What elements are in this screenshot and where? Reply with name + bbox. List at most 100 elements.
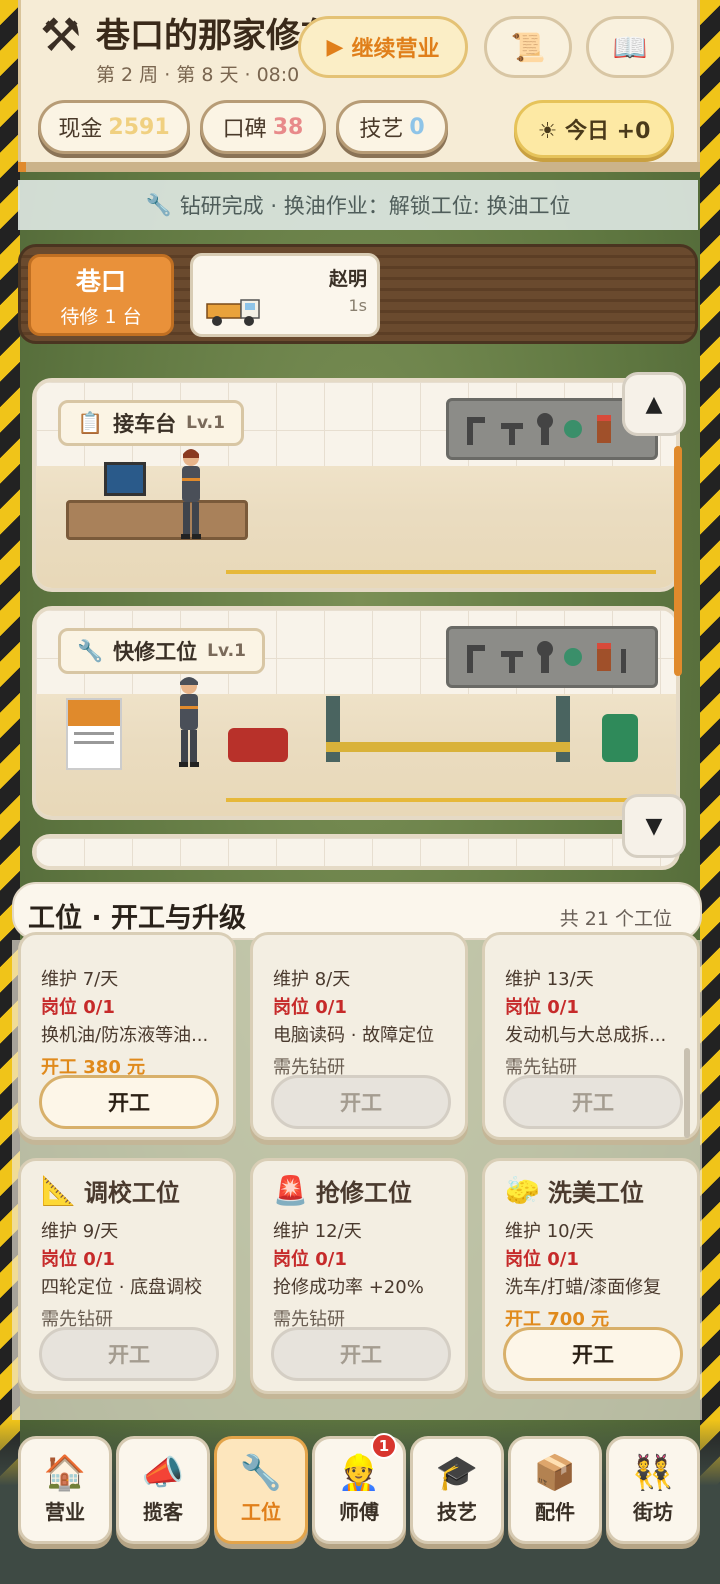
nav-label: 师傅 bbox=[339, 1499, 379, 1524]
card-maintenance: 维护 9/天 bbox=[41, 1221, 119, 1242]
open-label: 开工 bbox=[340, 1091, 382, 1115]
wrench-icon: 🔧 bbox=[239, 1452, 283, 1493]
tools-icon: ⚒ bbox=[40, 8, 82, 62]
card-maintenance: 维护 7/天 bbox=[41, 969, 119, 990]
card-staff-slots: 岗位 0/1 bbox=[505, 1249, 579, 1270]
card-title: 📐 调校工位 bbox=[41, 1173, 180, 1208]
station-label: 📋 接车台 Lv.1 bbox=[58, 400, 244, 446]
open-station-button[interactable]: 开工 bbox=[503, 1327, 683, 1381]
section-title: 工位 · 开工与升级 bbox=[28, 903, 247, 934]
play-icon: ▶ bbox=[326, 34, 344, 60]
card-staff-slots: 岗位 0/1 bbox=[273, 997, 347, 1018]
reputation-stat: 口碑 38 bbox=[200, 100, 326, 154]
today-income-label: ☀ 今日 +0 bbox=[537, 119, 651, 144]
skill-value: 0 bbox=[409, 114, 425, 140]
customer-wait-time: 1s bbox=[348, 296, 367, 315]
triangle-down-icon: ▼ bbox=[645, 813, 663, 839]
station-card-oil-change: 维护 7/天 岗位 0/1 换机油/防冻液等油... 开工 380 元 开工 bbox=[18, 932, 236, 1140]
car-lift bbox=[556, 696, 570, 762]
nav-mechanics[interactable]: 👷 师傅 1 bbox=[312, 1433, 406, 1544]
station-count: 共 21 个工位 bbox=[559, 908, 672, 930]
station-card-car-wash: 🧽 洗美工位 维护 10/天 岗位 0/1 洗车/打蜡/漆面修复 开工 700 元… bbox=[482, 1158, 700, 1394]
tools-rack-icon bbox=[467, 641, 626, 673]
today-income-button[interactable]: ☀ 今日 +0 bbox=[514, 100, 674, 158]
nav-neighborhood[interactable]: 👯 街坊 bbox=[606, 1436, 700, 1544]
cards-scrollbar[interactable] bbox=[684, 1048, 690, 1138]
book-button[interactable]: 📖 bbox=[586, 16, 674, 78]
toolbox bbox=[228, 728, 288, 762]
reputation-value: 38 bbox=[272, 114, 304, 140]
nav-label: 街坊 bbox=[633, 1499, 673, 1524]
oil-drum bbox=[602, 714, 638, 762]
nav-label: 技艺 bbox=[437, 1499, 477, 1524]
research-notice: 🔧 钻研完成 · 换油作业：解锁工位: 换油工位 bbox=[18, 180, 698, 230]
clipboard-icon: 📋 bbox=[77, 410, 104, 435]
scroll-up-button[interactable]: ▲ bbox=[622, 372, 686, 436]
sponge-icon: 🧽 bbox=[505, 1174, 540, 1207]
notification-badge: 1 bbox=[371, 1433, 397, 1459]
nav-skills[interactable]: 🎓 技艺 bbox=[410, 1436, 504, 1544]
station-label: 🔧 快修工位 Lv.1 bbox=[58, 628, 265, 674]
card-description: 四轮定位 · 底盘调校 bbox=[41, 1277, 203, 1298]
customer-name: 赵明 bbox=[328, 268, 367, 290]
computer-monitor bbox=[104, 462, 146, 496]
open-label: 开工 bbox=[108, 1343, 150, 1367]
card-description: 电脑读码 · 故障定位 bbox=[273, 1025, 435, 1046]
book-icon: 📖 bbox=[612, 30, 648, 64]
card-staff-slots: 岗位 0/1 bbox=[41, 1249, 115, 1270]
work-order-sheet bbox=[66, 698, 122, 770]
open-station-button[interactable]: 开工 bbox=[271, 1327, 451, 1381]
siren-icon: 🚨 bbox=[273, 1174, 308, 1207]
open-label: 开工 bbox=[340, 1343, 382, 1367]
skill-stat: 技艺 0 bbox=[336, 100, 448, 154]
reputation-label: 口碑 bbox=[222, 117, 267, 142]
alley-pending-count: 待修 1 台 bbox=[60, 305, 142, 328]
open-label: 开工 bbox=[572, 1091, 614, 1115]
stations-scrollbar[interactable] bbox=[674, 446, 682, 676]
open-station-button[interactable]: 开工 bbox=[39, 1075, 219, 1129]
card-maintenance: 维护 13/天 bbox=[505, 969, 594, 990]
nav-attract-customers[interactable]: 📣 揽客 bbox=[116, 1436, 210, 1544]
card-description: 换机油/防冻液等油... bbox=[41, 1025, 209, 1046]
nav-stations[interactable]: 🔧 工位 bbox=[214, 1436, 308, 1544]
card-title: 🚨 抢修工位 bbox=[273, 1173, 412, 1208]
continue-button[interactable]: ▶ 继续营业 bbox=[298, 16, 468, 78]
ruler-icon: 📐 bbox=[41, 1174, 76, 1207]
card-description: 发动机与大总成拆... bbox=[505, 1025, 667, 1046]
open-label: 开工 bbox=[108, 1091, 150, 1115]
alley-tag[interactable]: 巷口 待修 1 台 bbox=[28, 254, 174, 336]
station-reception[interactable]: 📋 接车台 Lv.1 bbox=[32, 378, 680, 592]
scroll-button[interactable]: 📜 bbox=[484, 16, 572, 78]
car-lift bbox=[326, 696, 340, 762]
cash-value: 2591 bbox=[108, 114, 170, 140]
card-name: 调校工位 bbox=[83, 1179, 180, 1207]
nav-label: 配件 bbox=[535, 1499, 575, 1524]
station-card-diagnostics: 维护 8/天 岗位 0/1 电脑读码 · 故障定位 需先钻研 开工 bbox=[250, 932, 468, 1140]
worker-icon: 👷 bbox=[337, 1452, 381, 1493]
open-station-button[interactable]: 开工 bbox=[503, 1075, 683, 1129]
station-quick-repair[interactable]: 🔧 快修工位 Lv.1 bbox=[32, 606, 680, 820]
megaphone-icon: 📣 bbox=[141, 1452, 185, 1493]
game-date: 第 2 周 · 第 8 天 · 08:0 bbox=[96, 64, 300, 86]
station-next-peek bbox=[32, 834, 680, 870]
card-description: 抢修成功率 +20% bbox=[273, 1277, 424, 1298]
mechanic-figure bbox=[179, 677, 199, 767]
scroll-down-button[interactable]: ▼ bbox=[622, 794, 686, 858]
cash-label: 现金 bbox=[58, 117, 103, 142]
open-station-button[interactable]: 开工 bbox=[271, 1075, 451, 1129]
reception-desk bbox=[66, 500, 248, 540]
cash-stat: 现金 2591 bbox=[38, 100, 190, 154]
open-label: 开工 bbox=[572, 1343, 614, 1367]
nav-parts[interactable]: 📦 配件 bbox=[508, 1436, 602, 1544]
alley-title: 巷口 bbox=[75, 266, 126, 296]
customer-car-card[interactable]: 赵明 1s bbox=[190, 253, 380, 337]
notice-text: 钻研完成 · 换油作业：解锁工位: 换油工位 bbox=[179, 194, 571, 218]
package-icon: 📦 bbox=[533, 1452, 577, 1493]
skill-label: 技艺 bbox=[359, 117, 404, 142]
mechanic-figure bbox=[181, 449, 201, 539]
nav-business[interactable]: 🏠 营业 bbox=[18, 1436, 112, 1544]
card-maintenance: 维护 12/天 bbox=[273, 1221, 362, 1242]
open-station-button[interactable]: 开工 bbox=[39, 1327, 219, 1381]
station-level: Lv.1 bbox=[207, 641, 246, 661]
triangle-up-icon: ▲ bbox=[645, 391, 663, 417]
